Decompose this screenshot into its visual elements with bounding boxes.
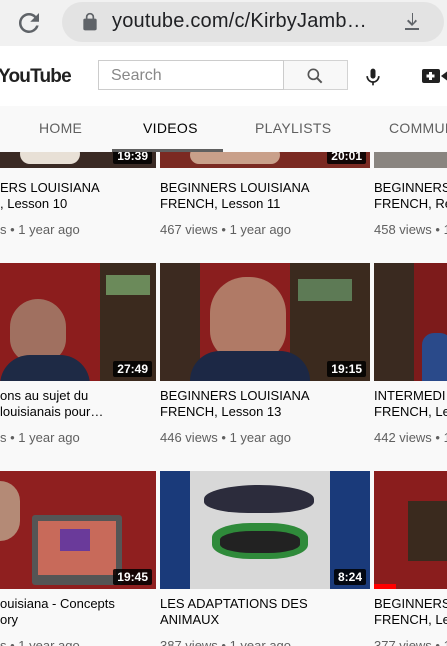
video-grid: 19:39 20:01 ERS LOUISIANA , Lesson 10 s … [0,152,447,646]
video-thumbnail[interactable]: 19:15 [160,263,370,381]
moth-detail [220,531,300,553]
video-meta: 387 views • 1 year ago [160,638,292,646]
book-detail [298,279,352,301]
search-button[interactable] [284,60,348,90]
video-title[interactable]: BEGINNERS [374,180,447,196]
video-duration: 8:24 [333,569,366,585]
video-meta: s • 1 year ago [0,222,80,237]
channel-tabs: HOME VIDEOS PLAYLISTS COMMUN [0,106,447,152]
video-meta: 467 views • 1 year ago [160,222,292,237]
video-duration: 19:39 [113,152,152,164]
tab-community[interactable]: COMMUN [389,120,447,136]
video-title-line2[interactable]: , Lesson 10 [0,196,156,212]
video-title[interactable]: BEGINNERS [374,596,447,612]
search-input[interactable]: Search [98,60,284,90]
video-title-line2[interactable]: FRENCH, Le [374,612,447,628]
video-title-line2[interactable]: FRENCH, Le [374,404,447,420]
video-title[interactable]: ouisiana - Concepts [0,596,156,612]
shirt-detail [0,355,90,381]
address-bar[interactable]: youtube.com/c/KirbyJamb… [62,2,444,42]
video-meta: s • 1 year ago [0,638,80,646]
face-detail [10,299,66,363]
tab-home[interactable]: HOME [39,120,82,136]
video-thumbnail[interactable]: 8:24 [160,471,370,589]
bookshelf-detail [160,263,200,381]
reload-icon[interactable] [14,8,44,38]
video-title[interactable]: INTERMEDI [374,388,447,404]
video-title-line2[interactable]: louisianais pour… [0,404,156,420]
face-detail [0,481,20,541]
video-title-line2[interactable]: FRENCH, Lesson 13 [160,404,370,420]
video-duration: 19:45 [113,569,152,585]
create-video-icon[interactable] [422,66,447,86]
video-title-line2[interactable]: FRENCH, Re [374,196,447,212]
book-detail [106,275,150,295]
bookshelf-detail [374,263,414,381]
video-title[interactable]: BEGINNERS LOUISIANA [160,180,370,196]
download-icon[interactable] [400,10,424,34]
shirt-detail [422,333,447,381]
lock-icon [83,12,97,31]
video-thumbnail[interactable] [374,263,447,381]
video-meta: 442 views • 1 [374,430,447,445]
browser-toolbar: youtube.com/c/KirbyJamb… [0,0,447,46]
tab-playlists[interactable]: PLAYLISTS [255,120,331,136]
search-placeholder: Search [111,67,162,84]
video-thumbnail[interactable] [374,152,447,168]
youtube-header: YouTube Search [0,46,447,106]
video-meta: 377 views • 1 [374,638,447,646]
thumbnail-detail [20,152,80,164]
video-meta: 458 views • 1 [374,222,447,237]
video-title[interactable]: LES ADAPTATIONS DES [160,596,370,612]
video-thumbnail[interactable] [374,471,447,589]
microphone-icon[interactable] [363,66,383,88]
video-thumbnail[interactable]: 20:01 [160,152,370,168]
video-title-line2[interactable]: ory [0,612,156,628]
search-icon [307,68,323,84]
video-duration: 19:15 [327,361,366,377]
video-title[interactable]: ERS LOUISIANA [0,180,156,196]
video-thumbnail[interactable]: 19:45 [0,471,156,589]
face-detail [210,277,286,361]
shirt-detail [190,351,310,381]
video-title-line2[interactable]: ANIMAUX [160,612,370,628]
video-duration: 27:49 [113,361,152,377]
video-meta: 446 views • 1 year ago [160,430,292,445]
url-text: youtube.com/c/KirbyJamb… [112,10,367,32]
video-title-line2[interactable]: FRENCH, Lesson 11 [160,196,370,212]
thumbnail-detail [190,152,280,164]
video-duration: 20:01 [327,152,366,164]
video-thumbnail[interactable]: 19:39 [0,152,156,168]
map-region-detail [60,529,90,551]
bookshelf-detail [408,501,447,561]
video-title[interactable]: ons au sujet du [0,388,156,404]
tab-videos[interactable]: VIDEOS [143,120,198,136]
watch-progress-bar [374,584,396,589]
video-meta: s • 1 year ago [0,430,80,445]
video-thumbnail[interactable]: 27:49 [0,263,156,381]
butterfly-detail [204,485,314,513]
youtube-logo[interactable]: YouTube [0,66,72,88]
video-title[interactable]: BEGINNERS LOUISIANA [160,388,370,404]
